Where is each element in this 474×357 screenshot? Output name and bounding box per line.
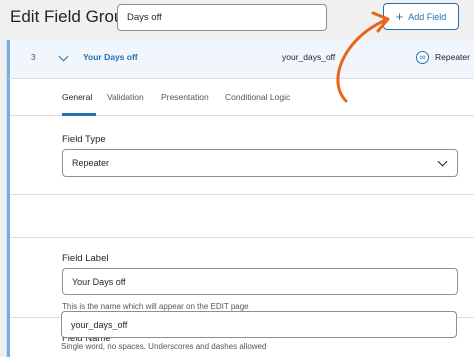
add-field-label: Add Field (408, 11, 447, 22)
field-name-hint: Single word, no spaces. Underscores and … (61, 342, 267, 351)
field-group-title-input[interactable] (117, 4, 327, 31)
field-row-type: Repeater (435, 52, 470, 62)
page-title: Edit Field Group (10, 7, 133, 26)
fields-panel: 3 Your Days off your_days_off ∞ Repeater… (6, 40, 474, 357)
settings-tabs: General Validation Presentation Conditio… (10, 79, 474, 116)
field-label-label: Field Label (62, 253, 109, 264)
section-divider (10, 195, 474, 238)
field-row-name: your_days_off (282, 52, 336, 62)
field-label-hint: This is the name which will appear on th… (62, 302, 249, 311)
field-order-number: 3 (31, 52, 36, 62)
add-field-button[interactable]: + Add Field (383, 3, 459, 30)
chevron-down-icon (437, 156, 448, 167)
chevron-down-icon[interactable] (58, 51, 69, 62)
top-bar: Edit Field Group + Add Field (0, 0, 474, 40)
tab-conditional-logic[interactable]: Conditional Logic (225, 92, 290, 102)
field-row[interactable]: 3 Your Days off your_days_off ∞ Repeater (7, 40, 474, 79)
field-type-label: Field Type (62, 134, 106, 145)
field-label-section: Field Label This is the name which will … (10, 238, 474, 318)
infinity-icon: ∞ (416, 51, 429, 64)
field-type-section: Field Type Repeater (10, 116, 474, 195)
field-type-value: Repeater (72, 158, 110, 168)
tab-presentation[interactable]: Presentation (161, 92, 209, 102)
field-row-label[interactable]: Your Days off (83, 52, 138, 62)
field-type-select[interactable]: Repeater (62, 149, 458, 177)
tab-validation[interactable]: Validation (107, 92, 144, 102)
plus-icon: + (395, 9, 404, 24)
field-label-input[interactable] (62, 268, 458, 295)
tab-general[interactable]: General (62, 92, 92, 102)
field-name-input[interactable] (61, 311, 457, 338)
